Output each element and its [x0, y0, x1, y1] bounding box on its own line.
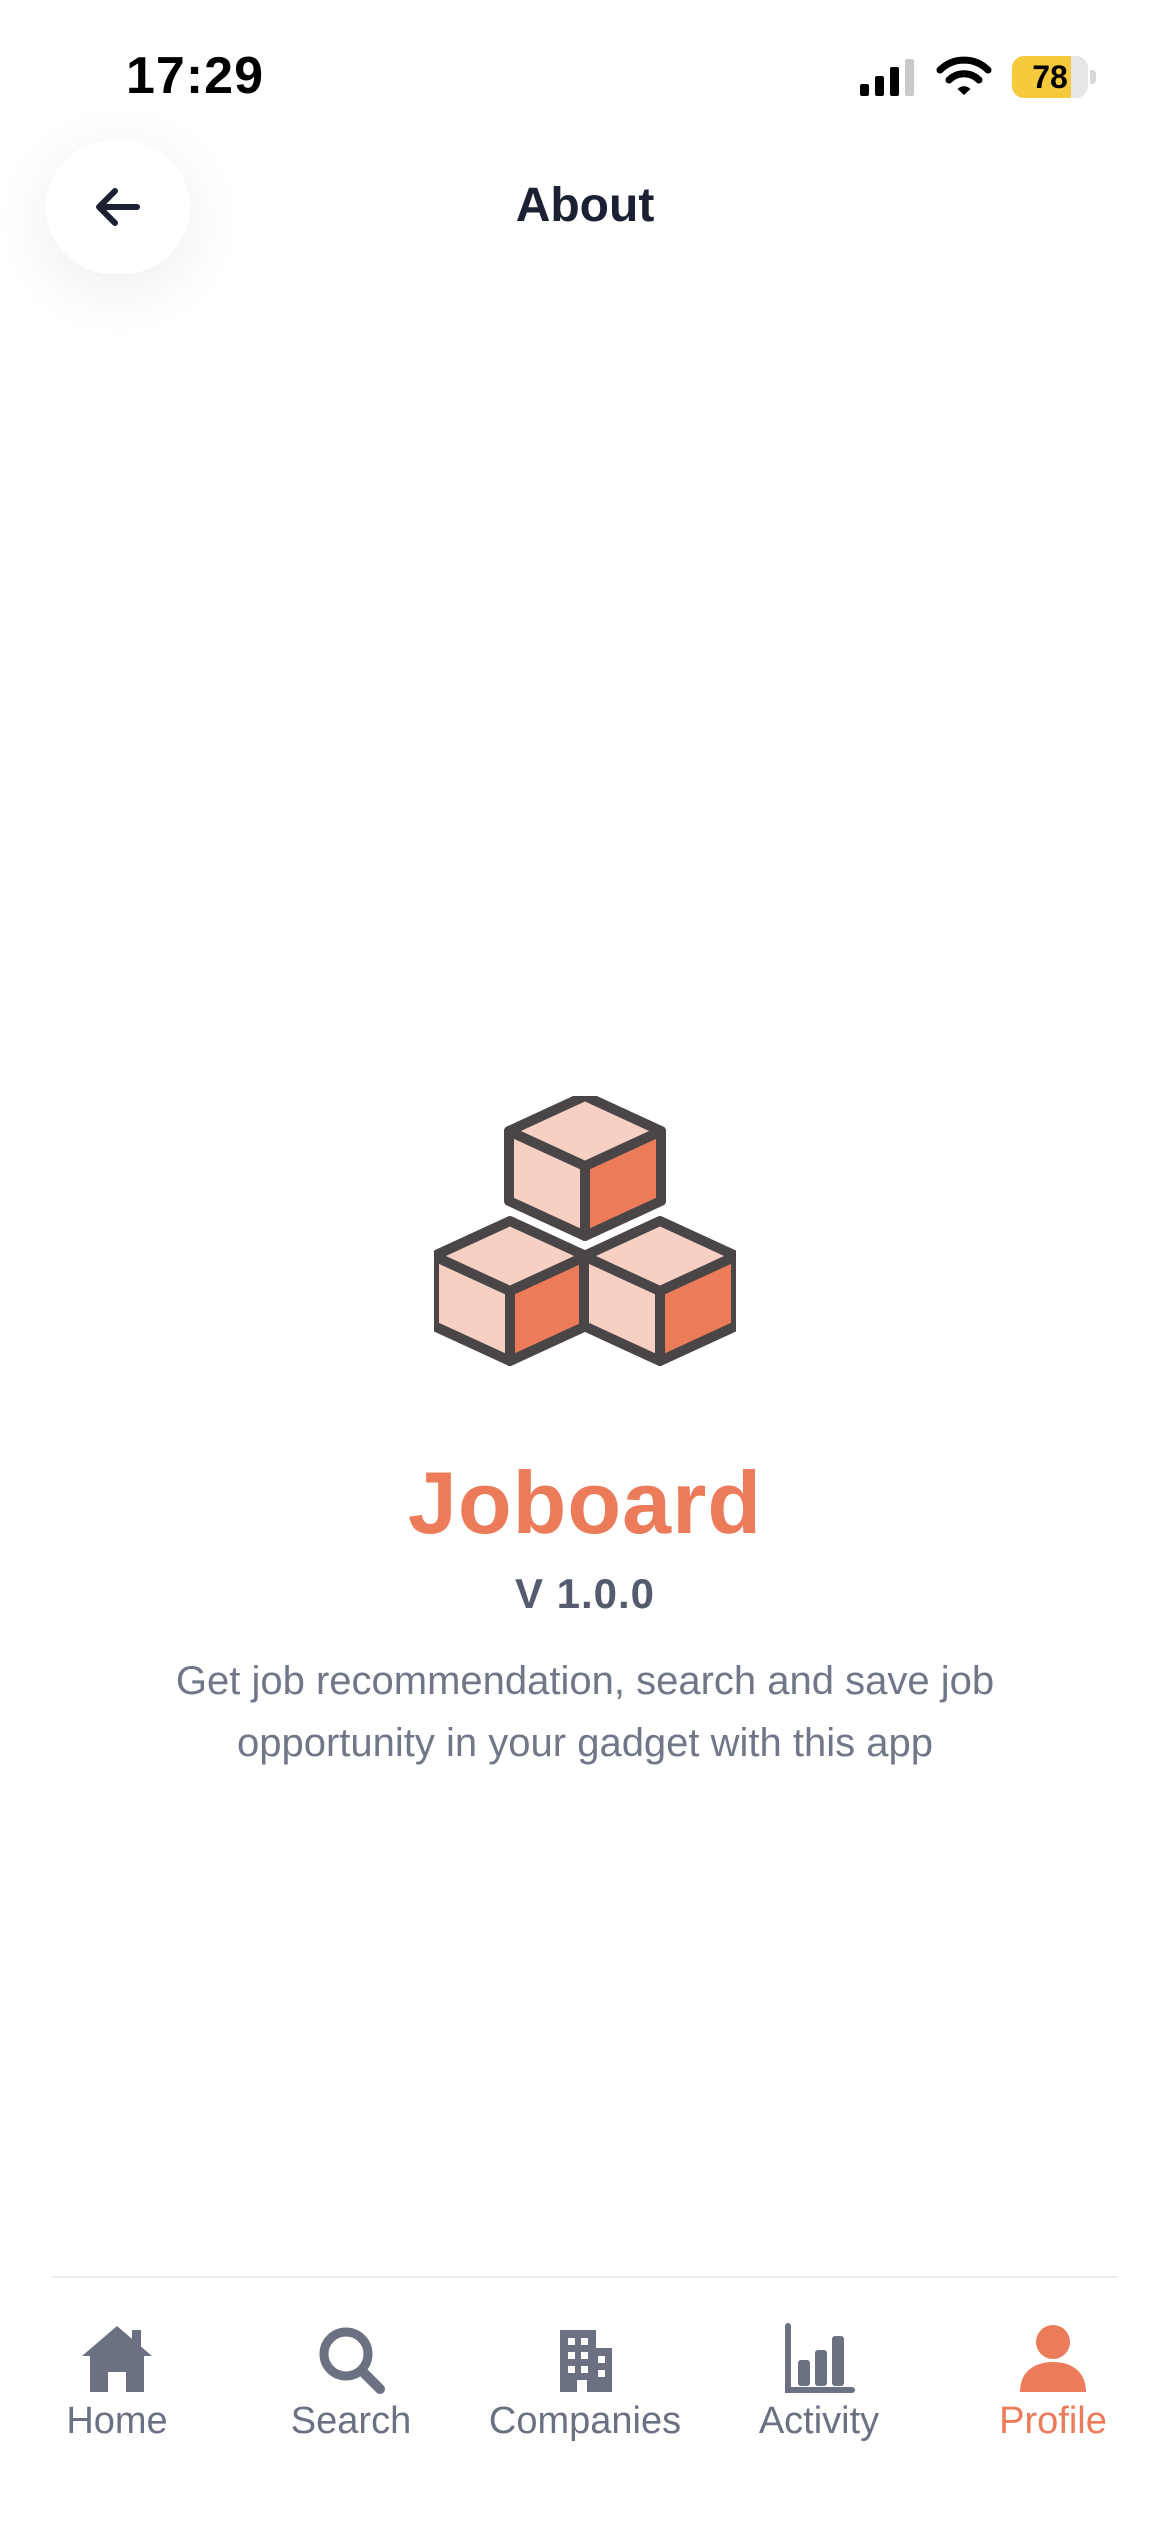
person-icon [1020, 2325, 1086, 2392]
cellular-signal-icon [860, 59, 914, 96]
tab-label: Profile [999, 2400, 1107, 2442]
tab-search[interactable]: Search [234, 2322, 468, 2472]
wifi-icon [936, 56, 992, 95]
status-time: 17:29 [126, 47, 264, 105]
tab-label: Companies [488, 2400, 682, 2442]
page-title: About [515, 179, 655, 232]
tab-label: Home [66, 2400, 168, 2442]
tab-bar-divider [52, 2276, 1118, 2278]
bar-chart-icon [785, 2323, 855, 2393]
app-description: Get job recommendation, search and save … [175, 1659, 995, 1765]
tab-label: Activity [758, 2400, 880, 2442]
tab-companies[interactable]: Companies [468, 2322, 702, 2472]
status-bar: 17:29 78 [0, 0, 1170, 160]
battery-indicator: 78 [1012, 56, 1096, 98]
app-version: V 1.0.0 [514, 1570, 656, 1617]
stacked-cubes-icon [434, 1096, 736, 1366]
battery-level: 78 [1032, 59, 1068, 95]
tab-profile[interactable]: Profile [936, 2322, 1170, 2472]
tab-home[interactable]: Home [0, 2322, 234, 2472]
home-icon [82, 2326, 152, 2392]
building-icon [560, 2330, 612, 2392]
bottom-tab-bar: Home Search Companies Activity Profile [0, 2300, 1170, 2480]
tab-label: Search [290, 2400, 412, 2442]
tab-activity[interactable]: Activity [702, 2322, 936, 2472]
app-name: Joboard [407, 1453, 763, 1552]
search-icon [319, 2327, 385, 2394]
